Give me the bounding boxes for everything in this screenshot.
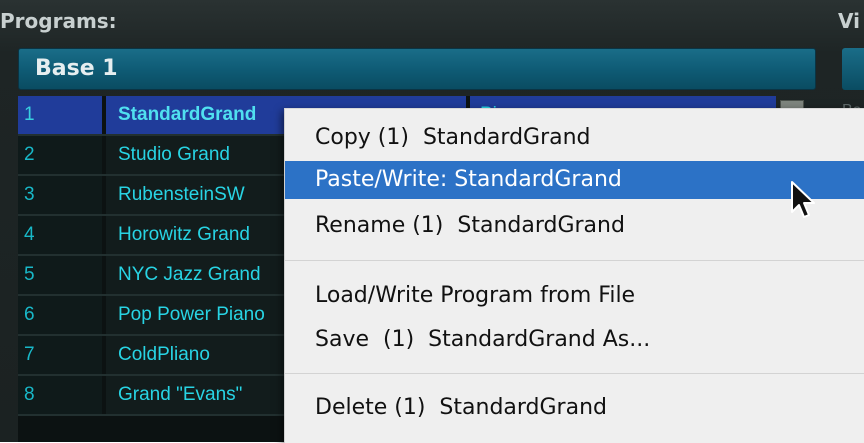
bank-label: Base 1 [35, 56, 118, 81]
menu-item-copy[interactable]: Copy (1) StandardGrand [285, 119, 864, 157]
bank-selector[interactable]: Base 1 [18, 48, 816, 90]
program-number: 5 [18, 256, 102, 294]
programs-section-title: Programs: [0, 9, 117, 33]
program-number: 6 [18, 296, 102, 334]
arrow-cursor-icon [791, 181, 815, 218]
program-number: 1 [18, 96, 102, 134]
menu-item-rename[interactable]: Rename (1) StandardGrand [285, 207, 864, 245]
menu-separator [285, 373, 864, 374]
program-number: 3 [18, 176, 102, 214]
menu-item-delete[interactable]: Delete (1) StandardGrand [285, 389, 864, 427]
menu-item-load-write[interactable]: Load/Write Program from File [285, 277, 864, 315]
program-number: 2 [18, 136, 102, 174]
menu-separator [285, 260, 864, 261]
program-number: 7 [18, 336, 102, 374]
right-panel-bar[interactable] [842, 48, 864, 90]
right-section-title: Vi [838, 9, 860, 33]
context-menu: Copy (1) StandardGrand Paste/Write: Stan… [284, 108, 864, 443]
program-number: 8 [18, 376, 102, 414]
program-browser-panel: Programs: Vi Base 1 1 StandardGrand Pian… [0, 0, 864, 443]
menu-item-save-as[interactable]: Save (1) StandardGrand As... [285, 321, 864, 359]
program-number: 4 [18, 216, 102, 254]
menu-item-paste-write[interactable]: Paste/Write: StandardGrand [285, 161, 864, 199]
